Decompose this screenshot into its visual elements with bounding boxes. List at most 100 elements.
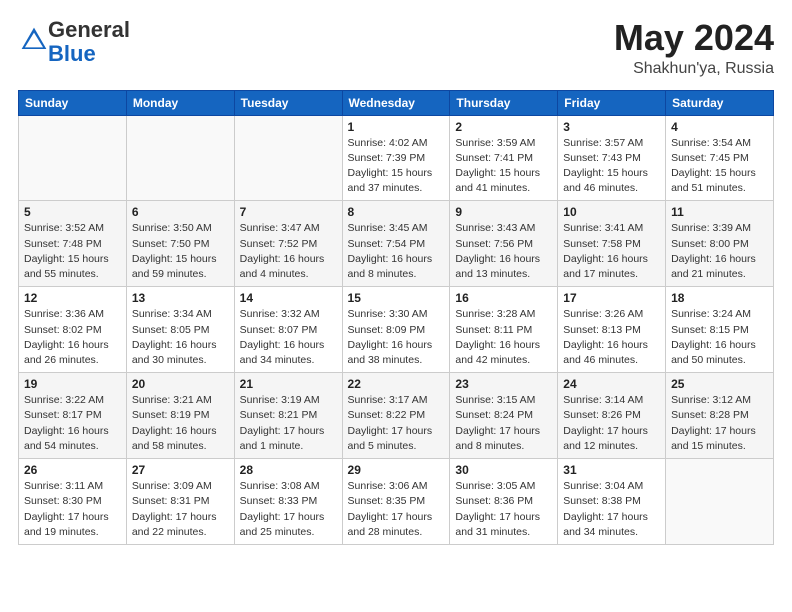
day-number: 20 [132,377,229,391]
calendar-cell: 13 Sunrise: 3:34 AM Sunset: 8:05 PM Dayli… [126,287,234,373]
day-info: Sunrise: 3:26 AM Sunset: 8:13 PM Dayligh… [563,307,660,368]
calendar-header-thursday: Thursday [450,90,558,115]
calendar-cell: 11Sunrise: 3:39 AM Sunset: 8:00 PM Dayli… [666,201,774,287]
day-number: 6 [132,205,229,219]
day-info: Sunrise: 3:11 AM Sunset: 8:30 PM Dayligh… [24,479,121,540]
calendar-cell: 7Sunrise: 3:47 AM Sunset: 7:52 PM Daylig… [234,201,342,287]
logo-general: General [48,17,130,42]
day-number: 29 [348,463,445,477]
day-info: Sunrise: 3:21 AM Sunset: 8:19 PM Dayligh… [132,393,229,454]
calendar-cell: 22Sunrise: 3:17 AM Sunset: 8:22 PM Dayli… [342,373,450,459]
day-number: 12 [24,291,121,305]
day-info: Sunrise: 4:02 AM Sunset: 7:39 PM Dayligh… [348,136,445,197]
day-info: Sunrise: 3:05 AM Sunset: 8:36 PM Dayligh… [455,479,552,540]
day-info: Sunrise: 3:32 AM Sunset: 8:07 PM Dayligh… [240,307,337,368]
day-info: Sunrise: 3:17 AM Sunset: 8:22 PM Dayligh… [348,393,445,454]
day-number: 19 [24,377,121,391]
calendar-cell: 1 Sunrise: 4:02 AM Sunset: 7:39 PM Daylig… [342,115,450,201]
day-number: 16 [455,291,552,305]
day-number: 14 [240,291,337,305]
day-info: Sunrise: 3:54 AM Sunset: 7:45 PM Dayligh… [671,136,768,197]
title-month: May 2024 [614,18,774,58]
calendar-cell: 23 Sunrise: 3:15 AM Sunset: 8:24 PM Dayli… [450,373,558,459]
day-info: Sunrise: 3:12 AM Sunset: 8:28 PM Dayligh… [671,393,768,454]
calendar-week-5: 26 Sunrise: 3:11 AM Sunset: 8:30 PM Dayli… [19,459,774,545]
calendar: SundayMondayTuesdayWednesdayThursdayFrid… [18,90,774,545]
calendar-header-saturday: Saturday [666,90,774,115]
calendar-week-1: 1 Sunrise: 4:02 AM Sunset: 7:39 PM Daylig… [19,115,774,201]
calendar-cell: 30 Sunrise: 3:05 AM Sunset: 8:36 PM Dayli… [450,459,558,545]
calendar-cell: 12 Sunrise: 3:36 AM Sunset: 8:02 PM Dayli… [19,287,127,373]
calendar-cell: 4 Sunrise: 3:54 AM Sunset: 7:45 PM Daylig… [666,115,774,201]
day-number: 21 [240,377,337,391]
calendar-header-tuesday: Tuesday [234,90,342,115]
calendar-cell: 31Sunrise: 3:04 AM Sunset: 8:38 PM Dayli… [558,459,666,545]
calendar-cell: 14 Sunrise: 3:32 AM Sunset: 8:07 PM Dayli… [234,287,342,373]
calendar-cell: 6Sunrise: 3:50 AM Sunset: 7:50 PM Daylig… [126,201,234,287]
calendar-cell: 27Sunrise: 3:09 AM Sunset: 8:31 PM Dayli… [126,459,234,545]
day-number: 26 [24,463,121,477]
calendar-cell: 28 Sunrise: 3:08 AM Sunset: 8:33 PM Dayli… [234,459,342,545]
day-number: 5 [24,205,121,219]
page: General Blue May 2024 Shakhun'ya, Russia… [0,0,792,612]
day-number: 13 [132,291,229,305]
day-number: 27 [132,463,229,477]
calendar-cell: 29 Sunrise: 3:06 AM Sunset: 8:35 PM Dayli… [342,459,450,545]
day-info: Sunrise: 3:43 AM Sunset: 7:56 PM Dayligh… [455,221,552,282]
title-block: May 2024 Shakhun'ya, Russia [614,18,774,78]
logo: General Blue [18,18,130,66]
day-number: 1 [348,120,445,134]
calendar-cell: 20 Sunrise: 3:21 AM Sunset: 8:19 PM Dayli… [126,373,234,459]
day-info: Sunrise: 3:39 AM Sunset: 8:00 PM Dayligh… [671,221,768,282]
day-info: Sunrise: 3:06 AM Sunset: 8:35 PM Dayligh… [348,479,445,540]
day-number: 2 [455,120,552,134]
day-info: Sunrise: 3:52 AM Sunset: 7:48 PM Dayligh… [24,221,121,282]
day-info: Sunrise: 3:14 AM Sunset: 8:26 PM Dayligh… [563,393,660,454]
day-info: Sunrise: 3:19 AM Sunset: 8:21 PM Dayligh… [240,393,337,454]
calendar-cell: 5 Sunrise: 3:52 AM Sunset: 7:48 PM Daylig… [19,201,127,287]
calendar-cell: 25Sunrise: 3:12 AM Sunset: 8:28 PM Dayli… [666,373,774,459]
calendar-header-monday: Monday [126,90,234,115]
calendar-header-sunday: Sunday [19,90,127,115]
calendar-cell [666,459,774,545]
calendar-cell: 15 Sunrise: 3:30 AM Sunset: 8:09 PM Dayli… [342,287,450,373]
day-info: Sunrise: 3:22 AM Sunset: 8:17 PM Dayligh… [24,393,121,454]
calendar-cell: 16 Sunrise: 3:28 AM Sunset: 8:11 PM Dayli… [450,287,558,373]
calendar-cell: 9Sunrise: 3:43 AM Sunset: 7:56 PM Daylig… [450,201,558,287]
calendar-cell [234,115,342,201]
day-info: Sunrise: 3:47 AM Sunset: 7:52 PM Dayligh… [240,221,337,282]
calendar-header-friday: Friday [558,90,666,115]
day-number: 10 [563,205,660,219]
day-info: Sunrise: 3:08 AM Sunset: 8:33 PM Dayligh… [240,479,337,540]
calendar-cell: 2 Sunrise: 3:59 AM Sunset: 7:41 PM Daylig… [450,115,558,201]
day-info: Sunrise: 3:36 AM Sunset: 8:02 PM Dayligh… [24,307,121,368]
day-info: Sunrise: 3:59 AM Sunset: 7:41 PM Dayligh… [455,136,552,197]
day-number: 23 [455,377,552,391]
calendar-cell: 8Sunrise: 3:45 AM Sunset: 7:54 PM Daylig… [342,201,450,287]
calendar-header-row: SundayMondayTuesdayWednesdayThursdayFrid… [19,90,774,115]
calendar-week-4: 19 Sunrise: 3:22 AM Sunset: 8:17 PM Dayli… [19,373,774,459]
day-number: 28 [240,463,337,477]
logo-icon [20,26,48,54]
day-info: Sunrise: 3:30 AM Sunset: 8:09 PM Dayligh… [348,307,445,368]
day-info: Sunrise: 3:15 AM Sunset: 8:24 PM Dayligh… [455,393,552,454]
day-info: Sunrise: 3:24 AM Sunset: 8:15 PM Dayligh… [671,307,768,368]
day-number: 15 [348,291,445,305]
header: General Blue May 2024 Shakhun'ya, Russia [18,18,774,78]
day-info: Sunrise: 3:34 AM Sunset: 8:05 PM Dayligh… [132,307,229,368]
day-number: 30 [455,463,552,477]
day-info: Sunrise: 3:28 AM Sunset: 8:11 PM Dayligh… [455,307,552,368]
calendar-cell: 10Sunrise: 3:41 AM Sunset: 7:58 PM Dayli… [558,201,666,287]
calendar-cell: 17 Sunrise: 3:26 AM Sunset: 8:13 PM Dayli… [558,287,666,373]
day-number: 24 [563,377,660,391]
day-info: Sunrise: 3:57 AM Sunset: 7:43 PM Dayligh… [563,136,660,197]
calendar-week-2: 5 Sunrise: 3:52 AM Sunset: 7:48 PM Daylig… [19,201,774,287]
day-info: Sunrise: 3:04 AM Sunset: 8:38 PM Dayligh… [563,479,660,540]
day-number: 18 [671,291,768,305]
title-location: Shakhun'ya, Russia [614,60,774,78]
day-number: 4 [671,120,768,134]
calendar-cell [126,115,234,201]
day-number: 17 [563,291,660,305]
calendar-week-3: 12 Sunrise: 3:36 AM Sunset: 8:02 PM Dayli… [19,287,774,373]
calendar-cell: 21 Sunrise: 3:19 AM Sunset: 8:21 PM Dayli… [234,373,342,459]
